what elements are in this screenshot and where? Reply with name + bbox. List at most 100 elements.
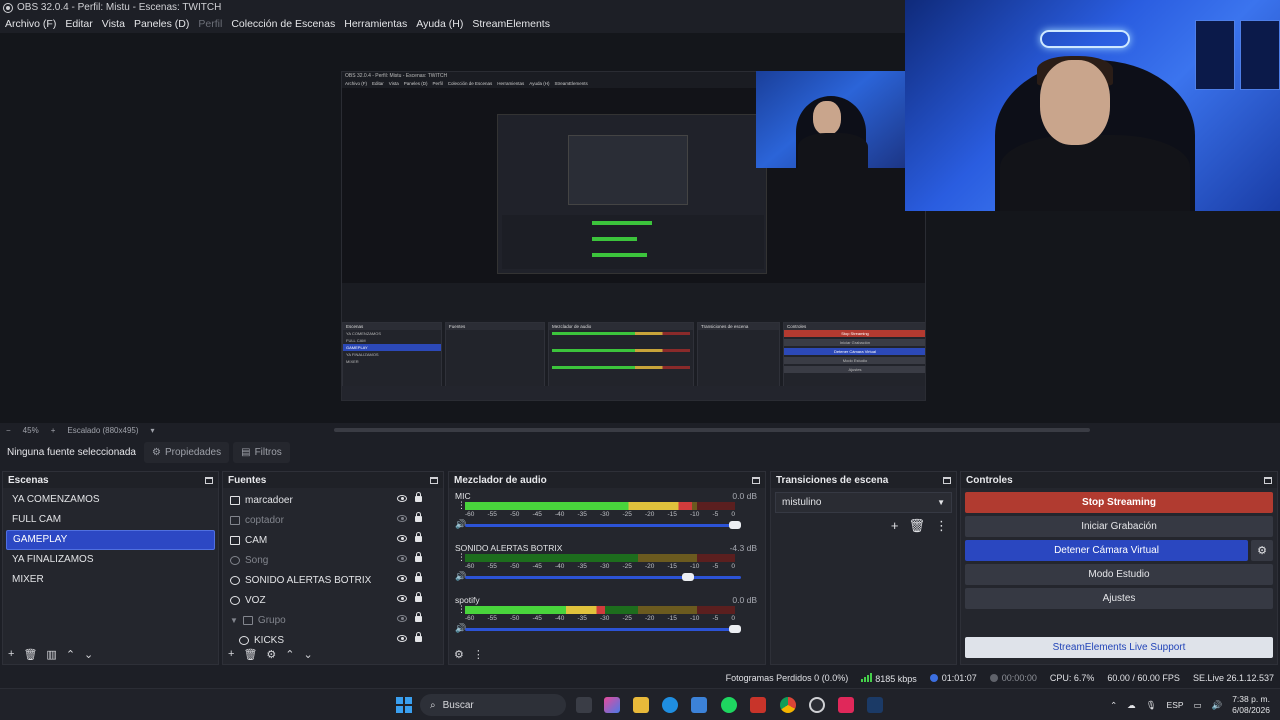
eye-icon[interactable] xyxy=(397,535,407,542)
menu-archivo[interactable]: Archivo (F) xyxy=(5,18,56,30)
add-icon[interactable]: + xyxy=(891,518,899,534)
file-explorer-icon[interactable] xyxy=(633,697,649,713)
scene-item[interactable]: MIXER xyxy=(6,570,215,590)
slider-handle[interactable] xyxy=(682,573,695,581)
scale-dropdown-icon[interactable]: ▾ xyxy=(151,426,155,435)
source-group[interactable]: ▼ Grupo xyxy=(223,610,443,630)
menu-streamelements[interactable]: StreamElements xyxy=(472,18,550,30)
filters-button[interactable]: ▤ Filtros xyxy=(233,442,290,463)
undock-icon[interactable] xyxy=(205,476,213,484)
app-icon[interactable] xyxy=(750,697,766,713)
lock-icon[interactable] xyxy=(415,512,422,522)
chevron-up-icon[interactable]: ⌃ xyxy=(1110,700,1117,711)
gear-icon[interactable]: ⚙ xyxy=(266,648,276,661)
volume-slider[interactable] xyxy=(465,625,741,633)
filter-icon[interactable]: ▥ xyxy=(46,648,56,661)
lock-icon[interactable] xyxy=(415,572,422,582)
menu-vista[interactable]: Vista xyxy=(102,18,125,30)
preview-horizontal-scrollbar[interactable] xyxy=(334,428,1090,432)
menu-editar[interactable]: Editar xyxy=(65,18,92,30)
scene-item-selected[interactable]: GAMEPLAY xyxy=(6,530,215,550)
microphone-icon[interactable]: 🎙 xyxy=(1146,700,1157,711)
trash-icon[interactable]: 🗑 xyxy=(908,518,925,534)
zoom-out-button[interactable]: − xyxy=(6,426,11,435)
settings-button[interactable]: Ajustes xyxy=(965,588,1273,609)
move-up-icon[interactable]: ⌃ xyxy=(66,648,75,661)
taskbar-search[interactable]: ⌕ Buscar xyxy=(420,694,566,716)
properties-button[interactable]: ⚙ Propiedades xyxy=(144,442,230,463)
move-down-icon[interactable]: ⌄ xyxy=(84,648,93,661)
trash-icon[interactable]: 🗑 xyxy=(23,648,37,661)
clock[interactable]: 7:38 p. m. 6/08/2026 xyxy=(1232,694,1270,716)
chrome-icon[interactable] xyxy=(780,697,796,713)
tiktok-icon[interactable] xyxy=(838,697,854,713)
transition-select[interactable]: mistulino ▼ xyxy=(775,492,952,513)
more-options-icon[interactable]: ⋮ xyxy=(473,648,484,661)
lock-icon[interactable] xyxy=(415,532,422,542)
steam-icon[interactable] xyxy=(867,697,883,713)
copilot-icon[interactable] xyxy=(604,697,620,713)
eye-icon[interactable] xyxy=(397,635,407,642)
edge-icon[interactable] xyxy=(662,697,678,713)
zoom-in-button[interactable]: + xyxy=(51,426,56,435)
spotify-icon[interactable] xyxy=(721,697,737,713)
source-item[interactable]: coptador xyxy=(223,510,443,530)
move-up-icon[interactable]: ⌃ xyxy=(285,648,294,661)
source-item[interactable]: marcadoer xyxy=(223,490,443,510)
trash-icon[interactable]: 🗑 xyxy=(243,648,257,661)
task-view-icon[interactable] xyxy=(576,697,592,713)
cloud-icon[interactable]: ☁ xyxy=(1127,700,1136,711)
lock-icon[interactable] xyxy=(415,592,422,602)
scene-item[interactable]: YA FINALIZAMOS xyxy=(6,550,215,570)
undock-icon[interactable] xyxy=(752,476,760,484)
volume-icon[interactable]: 🔊 xyxy=(1212,700,1223,711)
network-icon[interactable]: ▭ xyxy=(1194,700,1202,711)
scene-item[interactable]: YA COMENZAMOS xyxy=(6,490,215,510)
add-icon[interactable]: + xyxy=(8,648,14,660)
volume-slider[interactable] xyxy=(465,573,741,581)
source-item[interactable]: CAM xyxy=(223,530,443,550)
lock-icon[interactable] xyxy=(415,632,422,642)
eye-icon[interactable] xyxy=(397,575,407,582)
virtual-camera-settings-button[interactable]: ⚙ xyxy=(1251,540,1273,561)
meter-fill xyxy=(465,502,692,510)
lock-icon[interactable] xyxy=(415,492,422,502)
more-options-icon[interactable]: ⋮ xyxy=(935,518,948,534)
lock-icon[interactable] xyxy=(415,552,422,562)
studio-mode-button[interactable]: Modo Estudio xyxy=(965,564,1273,585)
eye-icon[interactable] xyxy=(397,495,407,502)
eye-hidden-icon[interactable] xyxy=(397,555,407,562)
eye-hidden-icon[interactable] xyxy=(397,615,407,622)
menu-coleccion-escenas[interactable]: Colección de Escenas xyxy=(231,18,335,30)
menu-ayuda[interactable]: Ayuda (H) xyxy=(416,18,463,30)
undock-icon[interactable] xyxy=(943,476,951,484)
stop-streaming-button[interactable]: Stop Streaming xyxy=(965,492,1273,513)
slider-handle[interactable] xyxy=(729,625,741,633)
volume-slider[interactable] xyxy=(465,521,741,529)
streamelements-support-button[interactable]: StreamElements Live Support xyxy=(965,637,1273,658)
menu-paneles[interactable]: Paneles (D) xyxy=(134,18,189,30)
language-indicator[interactable]: ESP xyxy=(1167,700,1184,710)
eye-icon[interactable] xyxy=(397,595,407,602)
source-item[interactable]: Song xyxy=(223,550,443,570)
stop-virtual-camera-button[interactable]: Detener Cámara Virtual xyxy=(965,540,1248,561)
undock-icon[interactable] xyxy=(430,476,438,484)
mixer-toolbar: ⚙ ⋮ xyxy=(449,644,765,664)
undock-icon[interactable] xyxy=(1264,476,1272,484)
chevron-down-icon[interactable]: ▼ xyxy=(230,616,238,625)
start-recording-button[interactable]: Iniciar Grabación xyxy=(965,516,1273,537)
menu-perfil[interactable]: Perfil xyxy=(198,18,222,30)
store-icon[interactable] xyxy=(691,697,707,713)
scene-item[interactable]: FULL CAM xyxy=(6,510,215,530)
source-item[interactable]: SONIDO ALERTAS BOTRIX xyxy=(223,570,443,590)
eye-hidden-icon[interactable] xyxy=(397,515,407,522)
move-down-icon[interactable]: ⌄ xyxy=(304,648,313,661)
source-item[interactable]: VOZ xyxy=(223,590,443,610)
obs-icon[interactable] xyxy=(809,697,825,713)
lock-icon[interactable] xyxy=(415,612,422,622)
slider-handle[interactable] xyxy=(729,521,741,529)
advanced-audio-icon[interactable]: ⚙ xyxy=(454,648,464,661)
menu-herramientas[interactable]: Herramientas xyxy=(344,18,407,30)
add-icon[interactable]: + xyxy=(228,648,234,660)
windows-start-icon[interactable] xyxy=(396,697,412,713)
